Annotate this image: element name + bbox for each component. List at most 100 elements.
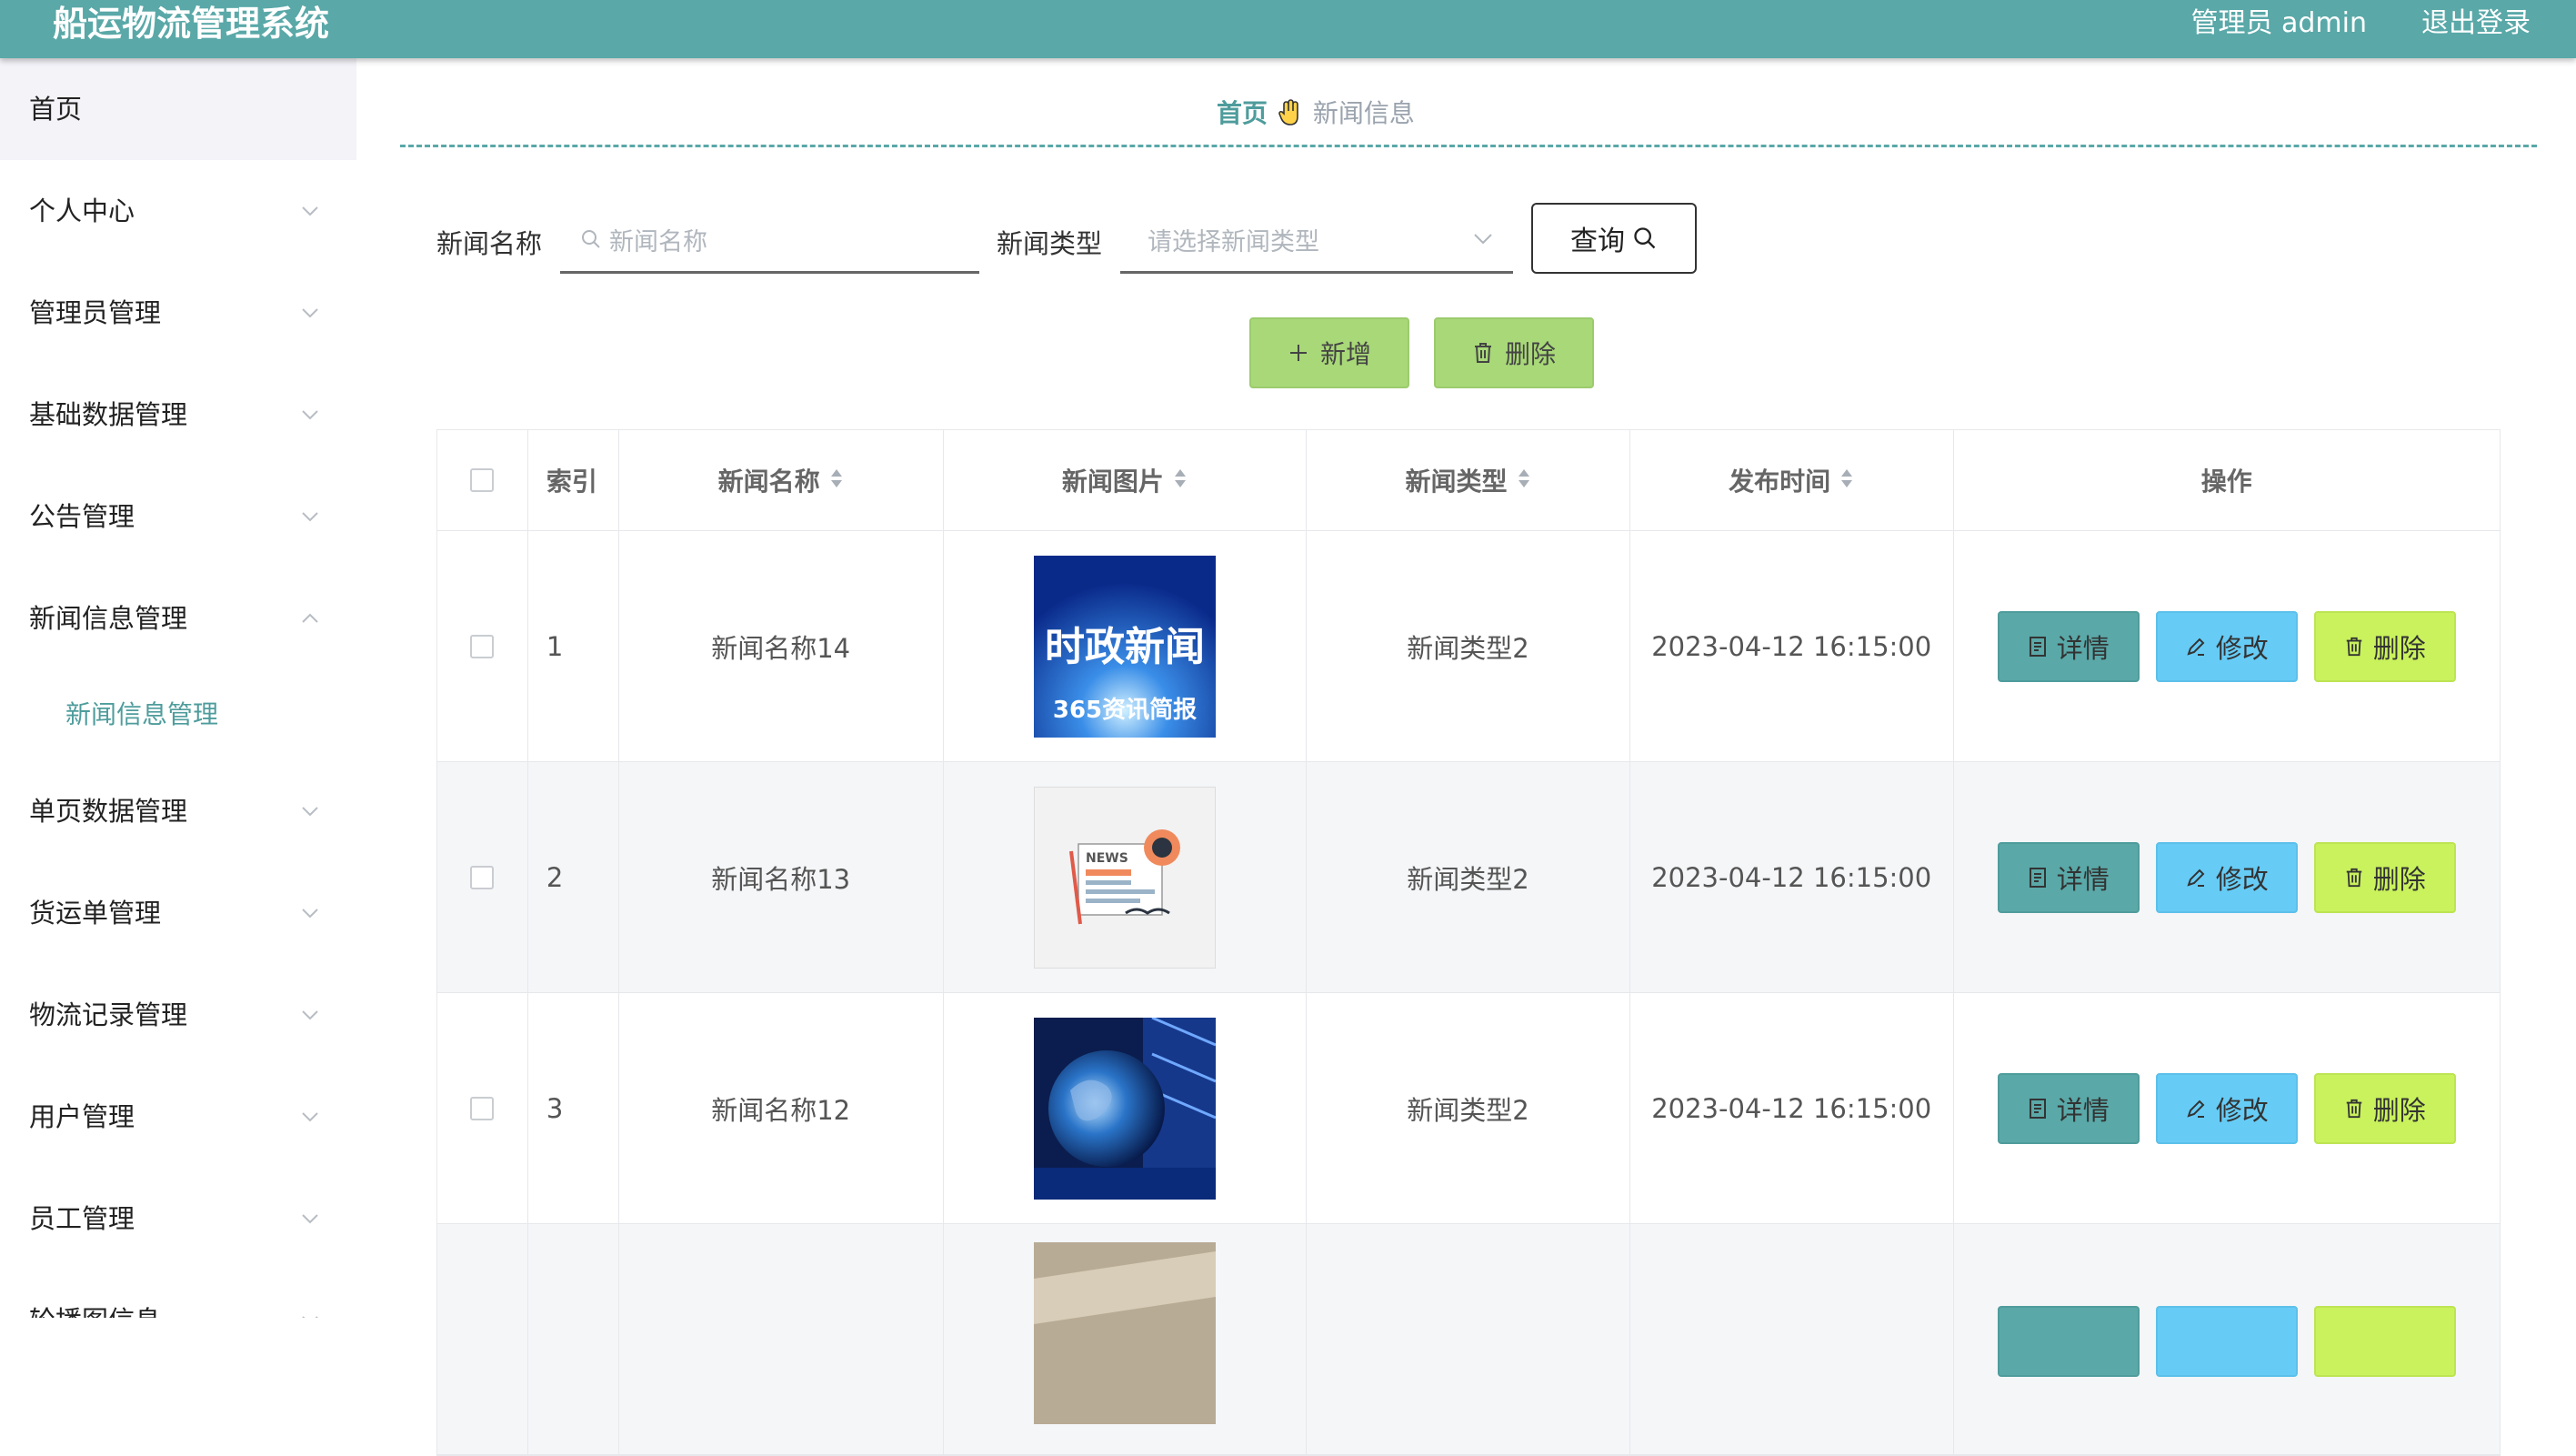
- sort-icon[interactable]: [1173, 466, 1188, 496]
- breadcrumb-current: 新闻信息: [1312, 98, 1415, 128]
- document-icon: [2028, 867, 2048, 889]
- delete-button[interactable]: 删除: [2313, 610, 2456, 682]
- sidebar-item-carousel[interactable]: 轮播图信息: [0, 1270, 356, 1318]
- sort-icon[interactable]: [829, 466, 844, 496]
- sidebar-item-home[interactable]: 首页: [0, 58, 356, 160]
- sidebar-item-label: 管理员管理: [29, 297, 162, 328]
- sidebar-item-label: 轮播图信息: [29, 1305, 161, 1318]
- header-news-image[interactable]: 新闻图片: [944, 430, 1308, 530]
- row-news-image: [944, 1224, 1308, 1454]
- header-label: 新闻名称: [717, 467, 820, 497]
- news-image-title: 时政新闻: [1045, 624, 1205, 670]
- news-type-select[interactable]: 请选择新闻类型: [1120, 207, 1513, 274]
- news-type-label: 新闻类型: [997, 228, 1103, 259]
- row-checkbox[interactable]: [470, 1096, 495, 1120]
- chevron-up-icon: [300, 567, 320, 669]
- trash-icon: [1472, 341, 1494, 365]
- row-select-cell: [437, 993, 528, 1223]
- chevron-down-icon: [300, 1066, 320, 1168]
- detail-button-label: 详情: [2056, 1094, 2110, 1126]
- logout-link[interactable]: 退出登录: [2421, 0, 2531, 47]
- delete-button[interactable]: 删除: [2313, 841, 2456, 913]
- bulk-delete-button[interactable]: 删除: [1434, 317, 1594, 388]
- row-publish-time: 2023-04-12 16:15:00: [1630, 762, 1954, 992]
- app-title: 船运物流管理系统: [53, 4, 330, 44]
- sort-icon[interactable]: [1839, 466, 1854, 496]
- header-news-name[interactable]: 新闻名称: [619, 430, 944, 530]
- sidebar-item-users[interactable]: 用户管理: [0, 1066, 356, 1168]
- edit-button[interactable]: [2155, 1306, 2298, 1377]
- delete-button[interactable]: [2313, 1306, 2456, 1377]
- edit-button[interactable]: 修改: [2155, 841, 2298, 913]
- sidebar-item-profile[interactable]: 个人中心: [0, 160, 356, 262]
- row-select-cell: [437, 1224, 528, 1454]
- detail-button[interactable]: [1997, 1306, 2140, 1377]
- sidebar-item-pages[interactable]: 单页数据管理: [0, 760, 356, 862]
- header-publish-time[interactable]: 发布时间: [1630, 430, 1954, 530]
- edit-button-label: 修改: [2215, 632, 2269, 664]
- table-header: 索引 新闻名称 新闻图片 新闻类型 发布时间 操作: [437, 430, 2500, 531]
- news-name-label: 新闻名称: [436, 228, 543, 259]
- current-user[interactable]: 管理员 admin: [2190, 0, 2367, 47]
- row-checkbox[interactable]: [470, 634, 495, 658]
- news-image[interactable]: [1033, 1017, 1216, 1200]
- breadcrumb-home[interactable]: 首页: [1217, 98, 1268, 128]
- sidebar-item-label: 首页: [29, 94, 83, 125]
- sidebar-item-logistics[interactable]: 物流记录管理: [0, 964, 356, 1066]
- row-select-cell: [437, 531, 528, 761]
- chevron-down-icon: [300, 160, 320, 262]
- select-all-checkbox[interactable]: [470, 468, 495, 492]
- edit-button-label: 修改: [2215, 863, 2269, 895]
- delete-button[interactable]: 删除: [2313, 1072, 2456, 1144]
- sidebar-item-label: 单页数据管理: [29, 796, 188, 827]
- detail-button[interactable]: 详情: [1997, 1072, 2140, 1144]
- header-label: 新闻类型: [1405, 467, 1508, 497]
- row-news-type: [1307, 1224, 1630, 1454]
- header-index: 索引: [528, 430, 619, 530]
- trash-icon: [2344, 867, 2364, 889]
- sidebar-item-news[interactable]: 新闻信息管理: [0, 567, 356, 669]
- sort-icon[interactable]: [1517, 466, 1531, 496]
- row-news-name: 新闻名称12: [619, 993, 944, 1223]
- pencil-icon: [2185, 1098, 2207, 1120]
- query-button[interactable]: 查询: [1531, 203, 1697, 274]
- sidebar-item-staff[interactable]: 员工管理: [0, 1168, 356, 1270]
- header-operations: 操作: [1954, 430, 2500, 530]
- search-icon: [1632, 226, 1658, 251]
- header-select-cell: [437, 430, 528, 530]
- bulk-delete-label: 删除: [1504, 339, 1556, 369]
- header-news-type[interactable]: 新闻类型: [1307, 430, 1630, 530]
- row-actions: 详情 修改 删除: [1954, 762, 2500, 992]
- news-image[interactable]: [1033, 1242, 1216, 1424]
- row-index: [528, 1224, 619, 1454]
- chevron-down-icon: [1473, 233, 1493, 246]
- sidebar-item-notices[interactable]: 公告管理: [0, 466, 356, 567]
- trash-icon: [2344, 1098, 2364, 1120]
- edit-button[interactable]: 修改: [2155, 1072, 2298, 1144]
- news-image[interactable]: 时政新闻 365资讯简报: [1033, 555, 1216, 738]
- breadcrumb-divider: [400, 145, 2537, 147]
- row-actions: 详情 修改 删除: [1954, 531, 2500, 761]
- sidebar-subitem-news[interactable]: 新闻信息管理: [0, 669, 356, 760]
- news-name-input[interactable]: 新闻名称: [560, 207, 979, 274]
- news-image[interactable]: NEWS: [1033, 786, 1216, 969]
- sidebar-item-label: 新闻信息管理: [29, 603, 188, 634]
- detail-button[interactable]: 详情: [1997, 841, 2140, 913]
- header-label: 发布时间: [1729, 467, 1831, 497]
- sidebar-item-waybills[interactable]: 货运单管理: [0, 862, 356, 964]
- row-news-image: [944, 993, 1308, 1223]
- row-checkbox[interactable]: [470, 865, 495, 889]
- header-label: 操作: [2200, 467, 2252, 497]
- hand-icon: [1276, 98, 1305, 128]
- sidebar-item-base-data[interactable]: 基础数据管理: [0, 364, 356, 466]
- edit-button[interactable]: 修改: [2155, 610, 2298, 682]
- add-button[interactable]: 新增: [1249, 317, 1409, 388]
- edit-button-label: 修改: [2215, 1094, 2269, 1126]
- add-button-label: 新增: [1319, 339, 1371, 369]
- sidebar-item-admins[interactable]: 管理员管理: [0, 262, 356, 364]
- detail-button[interactable]: 详情: [1997, 610, 2140, 682]
- news-image-subtitle: 365资讯简报: [1053, 696, 1197, 724]
- chevron-down-icon: [300, 1168, 320, 1270]
- chevron-down-icon: [300, 862, 320, 964]
- delete-button-label: 删除: [2372, 1094, 2426, 1126]
